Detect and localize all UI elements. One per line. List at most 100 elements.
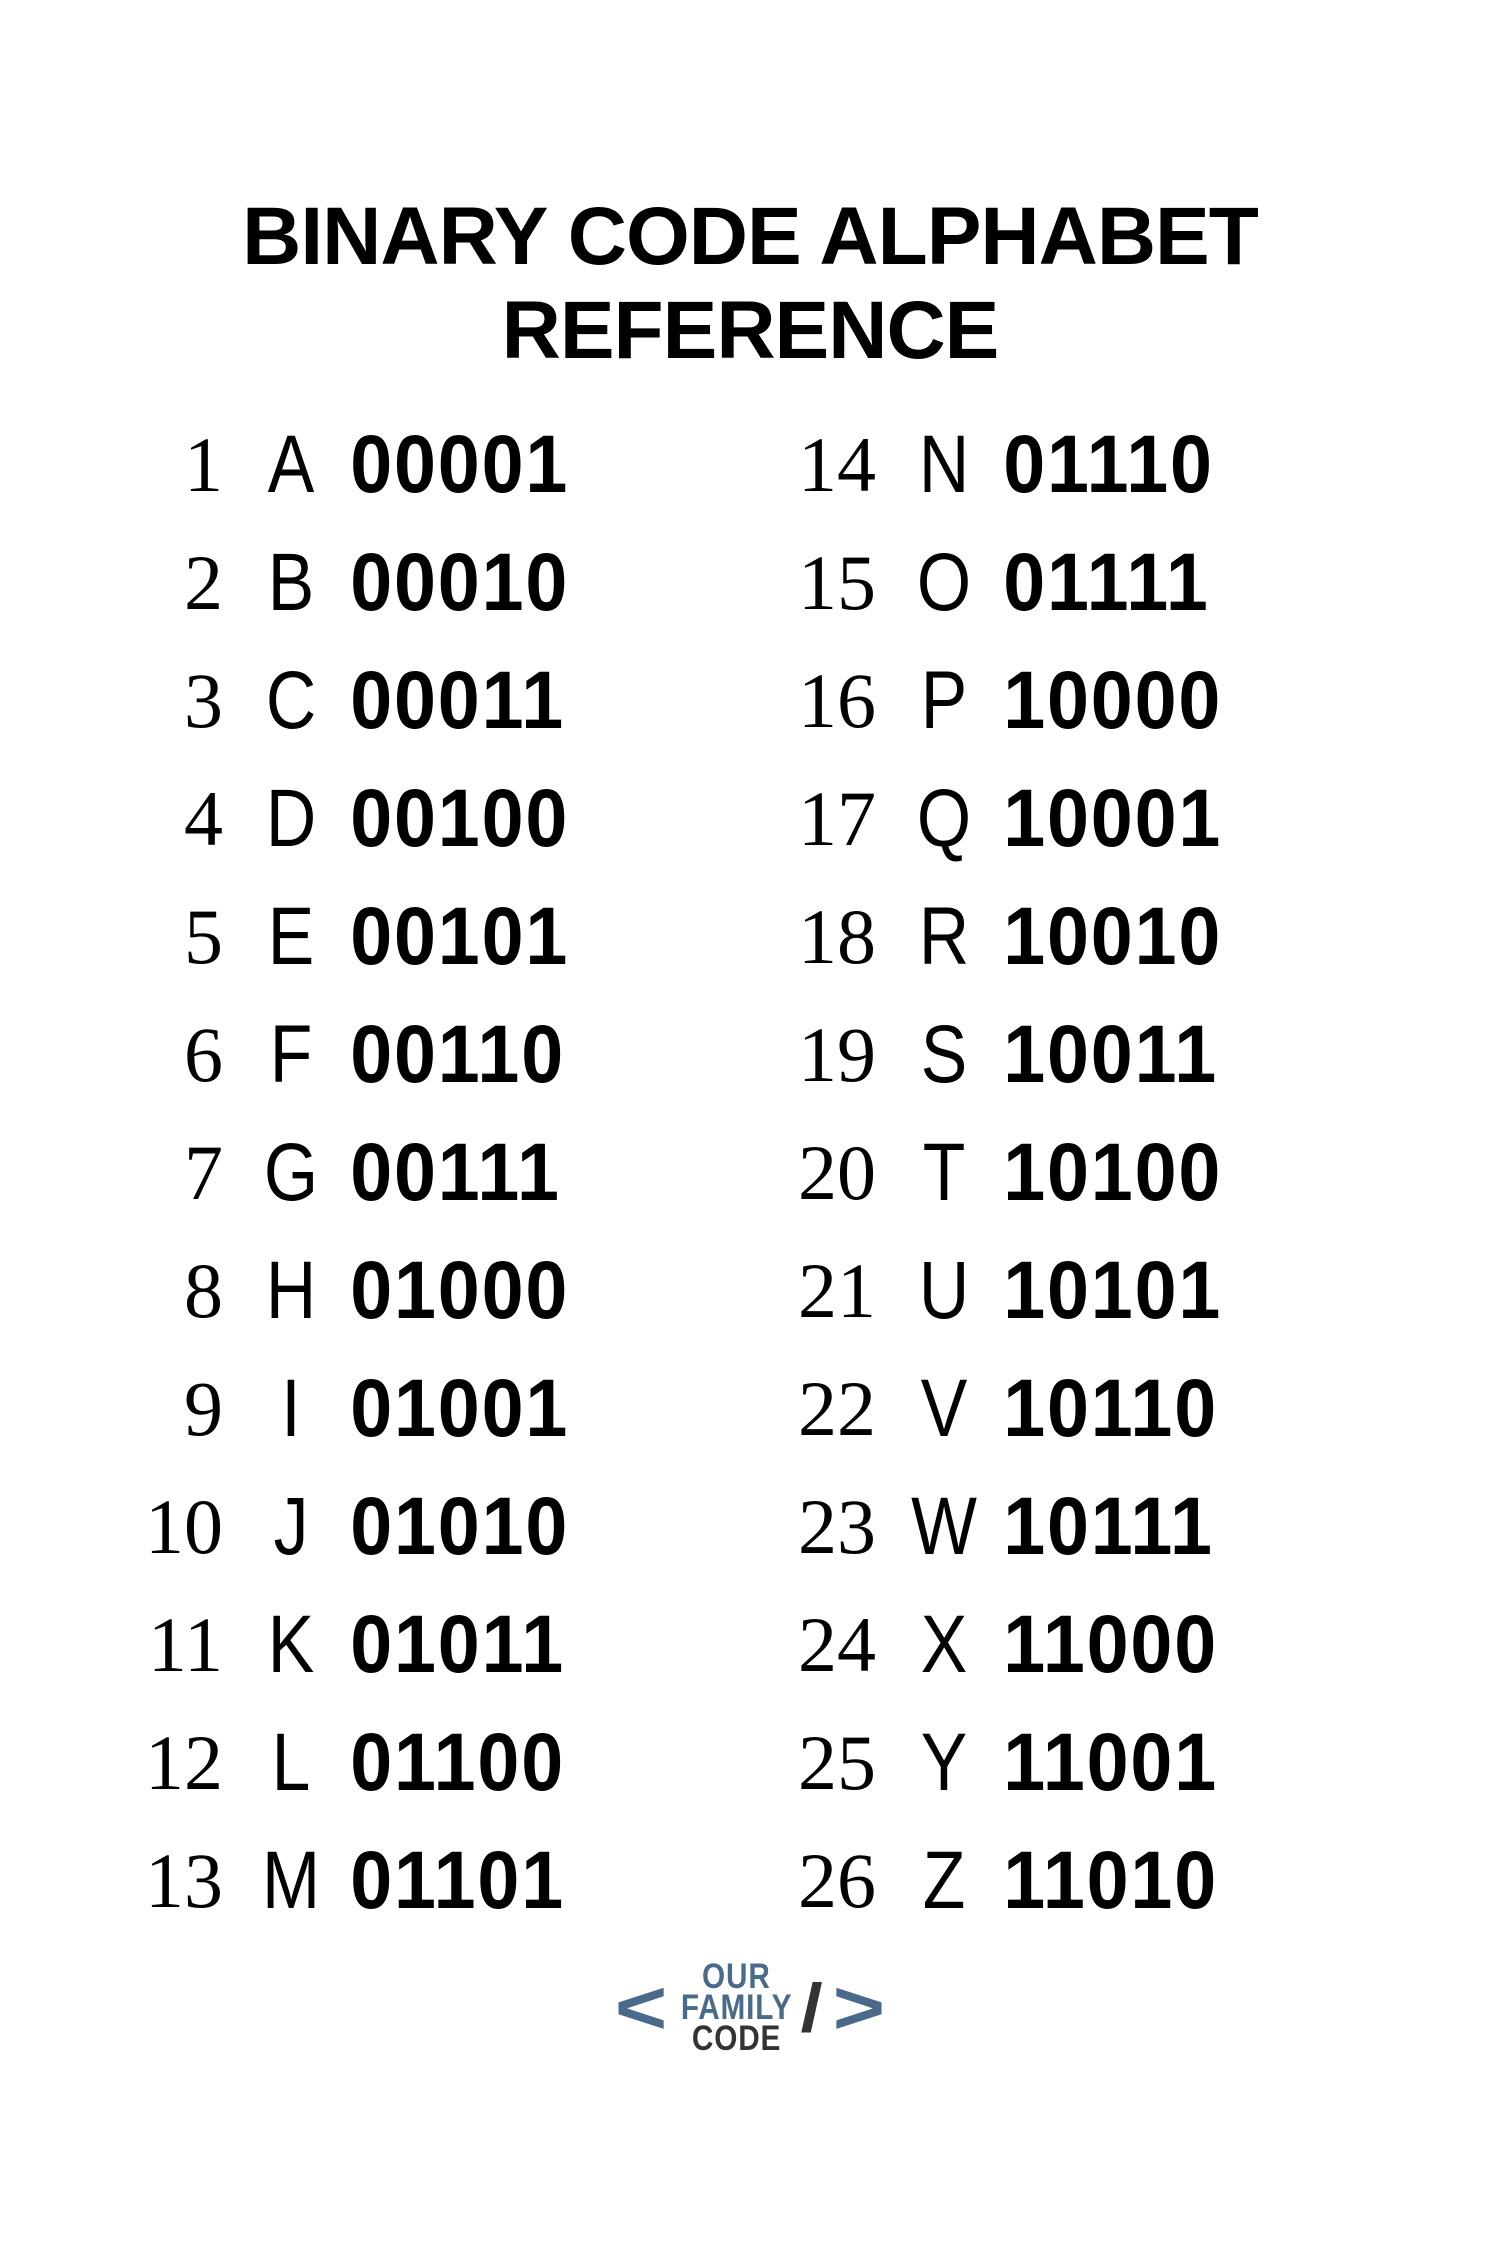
row-number: 13: [106, 1836, 241, 1926]
row-binary: 10100: [994, 1126, 1362, 1220]
angle-bracket-open-icon: <: [615, 1970, 668, 2047]
row-number: 2: [106, 538, 241, 628]
row-letter: Z: [902, 1834, 987, 1928]
row-binary: 10101: [994, 1244, 1362, 1338]
page-title: BINARY CODE ALPHABET REFERENCE: [0, 190, 1500, 378]
row-letter: X: [902, 1598, 987, 1692]
row-letter: I: [249, 1362, 334, 1456]
row-binary: 10000: [994, 654, 1362, 748]
row-letter: Y: [902, 1716, 987, 1810]
row-letter: N: [902, 418, 987, 512]
table-row: 18 R 10010: [759, 878, 1394, 996]
table-row: 5 E 00101: [106, 878, 741, 996]
row-binary: 00011: [341, 654, 709, 748]
row-binary: 01010: [341, 1480, 709, 1574]
row-number: 8: [106, 1246, 241, 1336]
row-binary: 01101: [341, 1834, 709, 1928]
row-binary: 01011: [341, 1598, 709, 1692]
row-letter: G: [249, 1126, 334, 1220]
row-binary: 00010: [341, 536, 709, 630]
table-row: 7 G 00111: [106, 1114, 741, 1232]
table-row: 20 T 10100: [759, 1114, 1394, 1232]
row-number: 19: [759, 1010, 894, 1100]
row-letter: A: [249, 418, 334, 512]
row-letter: J: [249, 1480, 334, 1574]
row-letter: W: [902, 1480, 987, 1574]
table-row: 24 X 11000: [759, 1586, 1394, 1704]
row-number: 14: [759, 420, 894, 510]
row-binary: 01001: [341, 1362, 709, 1456]
row-binary: 00100: [341, 772, 709, 866]
row-binary: 00101: [341, 890, 709, 984]
table-row: 19 S 10011: [759, 996, 1394, 1114]
row-binary: 11010: [994, 1834, 1362, 1928]
row-number: 25: [759, 1718, 894, 1808]
row-letter: F: [249, 1008, 334, 1102]
row-number: 26: [759, 1836, 894, 1926]
table-row: 17 Q 10001: [759, 760, 1394, 878]
slash-icon: /: [800, 1974, 822, 2042]
alphabet-columns: 1 A 00001 2 B 00010 3 C 00011 4 D 00100 …: [106, 406, 1394, 1940]
row-letter: B: [249, 536, 334, 630]
row-number: 11: [106, 1600, 241, 1690]
row-binary: 10011: [994, 1008, 1362, 1102]
row-binary: 10110: [994, 1362, 1362, 1456]
table-row: 23 W 10111: [759, 1468, 1394, 1586]
row-number: 21: [759, 1246, 894, 1336]
table-row: 16 P 10000: [759, 642, 1394, 760]
table-row: 11 K 01011: [106, 1586, 741, 1704]
table-row: 21 U 10101: [759, 1232, 1394, 1350]
row-number: 3: [106, 656, 241, 746]
row-letter: H: [249, 1244, 334, 1338]
row-letter: L: [249, 1716, 334, 1810]
row-letter: V: [902, 1362, 987, 1456]
row-number: 4: [106, 774, 241, 864]
row-letter: S: [902, 1008, 987, 1102]
table-row: 26 Z 11010: [759, 1822, 1394, 1940]
row-binary: 01111: [994, 536, 1362, 630]
row-letter: E: [249, 890, 334, 984]
row-number: 6: [106, 1010, 241, 1100]
table-row: 9 I 01001: [106, 1350, 741, 1468]
table-row: 25 Y 11001: [759, 1704, 1394, 1822]
row-number: 20: [759, 1128, 894, 1218]
row-binary: 00110: [341, 1008, 709, 1102]
row-binary: 01100: [341, 1716, 709, 1810]
row-number: 18: [759, 892, 894, 982]
table-row: 1 A 00001: [106, 406, 741, 524]
table-row: 12 L 01100: [106, 1704, 741, 1822]
table-row: 13 M 01101: [106, 1822, 741, 1940]
row-binary: 11000: [994, 1598, 1362, 1692]
row-number: 24: [759, 1600, 894, 1690]
row-number: 15: [759, 538, 894, 628]
angle-bracket-close-icon: >: [833, 1970, 886, 2047]
row-number: 16: [759, 656, 894, 746]
row-letter: K: [249, 1598, 334, 1692]
table-row: 14 N 01110: [759, 406, 1394, 524]
row-binary: 00001: [341, 418, 709, 512]
logo-word-code: CODE: [692, 2024, 781, 2055]
row-letter: O: [902, 536, 987, 630]
row-binary: 01000: [341, 1244, 709, 1338]
row-letter: M: [249, 1834, 334, 1928]
row-number: 22: [759, 1364, 894, 1454]
left-column: 1 A 00001 2 B 00010 3 C 00011 4 D 00100 …: [106, 406, 741, 1940]
table-row: 15 O 01111: [759, 524, 1394, 642]
table-row: 10 J 01010: [106, 1468, 741, 1586]
row-letter: R: [902, 890, 987, 984]
row-number: 17: [759, 774, 894, 864]
table-row: 2 B 00010: [106, 524, 741, 642]
row-letter: T: [902, 1126, 987, 1220]
row-letter: U: [902, 1244, 987, 1338]
logo-text: OUR FAMILY CODE: [671, 1962, 802, 2054]
row-number: 23: [759, 1482, 894, 1572]
table-row: 3 C 00011: [106, 642, 741, 760]
row-number: 10: [106, 1482, 241, 1572]
row-number: 7: [106, 1128, 241, 1218]
table-row: 8 H 01000: [106, 1232, 741, 1350]
row-letter: P: [902, 654, 987, 748]
row-binary: 10111: [994, 1480, 1362, 1574]
row-letter: C: [249, 654, 334, 748]
row-number: 1: [106, 420, 241, 510]
table-row: 6 F 00110: [106, 996, 741, 1114]
